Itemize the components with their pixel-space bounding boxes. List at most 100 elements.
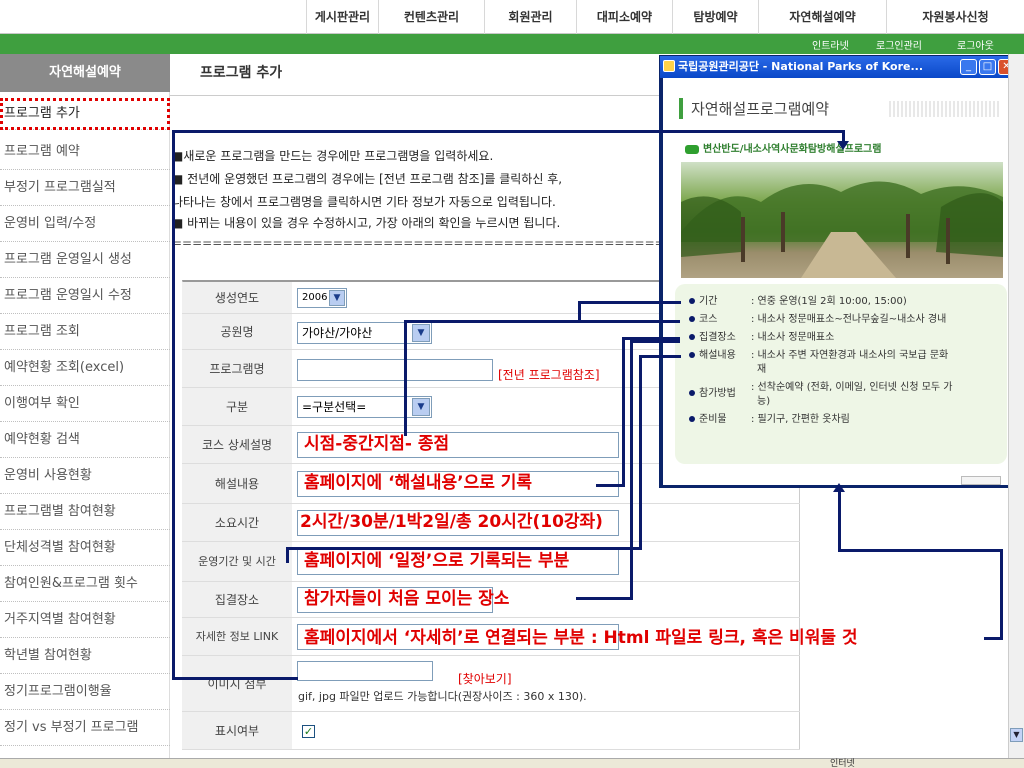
info-key: 코스 — [689, 310, 717, 325]
label-program-name: 프로그램명 — [182, 350, 292, 388]
sidebar-item[interactable]: 예약현황 검색 — [0, 422, 170, 458]
info-value: : 내소사 정문매표소~전나무숲길~내소사 경내 — [751, 314, 947, 325]
ie-page-icon — [663, 60, 675, 72]
instruction-line: ■ 바뀌는 내용이 있을 경우 수정하시고, 가장 아래의 확인을 누르시면 됩… — [172, 216, 561, 230]
annotation-content: 홈페이지에 ‘해설내용’으로 기록 — [304, 473, 533, 493]
program-info-box: 기간 : 연중 운영(1일 2회 10:00, 15:00) 코스 : 내소사 … — [675, 284, 1007, 464]
logout-link[interactable]: 로그아웃 — [957, 37, 994, 52]
bullet-icon — [689, 334, 695, 340]
label-meeting-place: 집결장소 — [182, 582, 292, 618]
connector-line — [639, 355, 681, 358]
preview-popup-window: 국립공원관리공단 - National Parks of Kore... _ □… — [659, 55, 1021, 488]
chevron-down-icon: ▼ — [412, 398, 430, 416]
image-file-input[interactable] — [297, 661, 433, 681]
scroll-down-icon[interactable]: ▼ — [1010, 728, 1023, 742]
annotation-meeting: 참가자들이 처음 모이는 장소 — [304, 589, 510, 609]
info-value-cont: 능) — [757, 396, 771, 407]
minimize-icon[interactable]: _ — [960, 59, 977, 75]
bullet-icon — [689, 390, 695, 396]
info-value: : 내소사 주변 자연환경과 내소사의 국보급 문화 — [751, 350, 949, 361]
label-image: 이미지 첨부 — [182, 656, 292, 712]
info-key: 기간 — [689, 292, 717, 307]
sidebar-item-add-program[interactable]: 프로그램 추가 — [0, 98, 170, 130]
label-category: 구분 — [182, 388, 292, 426]
maximize-icon[interactable]: □ — [979, 59, 996, 75]
category-value: =구분선택= — [302, 400, 367, 414]
display-checkbox[interactable]: ✓ — [302, 725, 315, 738]
connector-line — [578, 301, 681, 304]
login-manage-link[interactable]: 로그인관리 — [876, 37, 922, 52]
sidebar-item[interactable]: 운영비 사용현황 — [0, 458, 170, 494]
connector-line — [404, 320, 680, 323]
sidebar-item[interactable]: 학년별 참여현황 — [0, 638, 170, 674]
popup-subtitle: 변산반도/내소사역사문화탐방해설프로그램 — [685, 140, 881, 155]
sidebar-item[interactable]: 프로그램 운영일시 수정 — [0, 278, 170, 314]
tab-contents[interactable]: 컨텐츠관리 — [378, 0, 484, 34]
prev-program-ref-link[interactable]: [전년 프로그램참조] — [498, 366, 600, 383]
sidebar-item[interactable]: 프로그램 조회 — [0, 314, 170, 350]
chevron-down-icon: ▼ — [329, 290, 345, 306]
label-duration: 소요시간 — [182, 504, 292, 542]
connector-line — [838, 490, 841, 552]
forest-photo-drawing — [681, 181, 1003, 278]
divider — [170, 95, 660, 96]
tab-board[interactable]: 게시판관리 — [306, 0, 378, 34]
connector-line — [578, 301, 581, 321]
label-link: 자세한 정보 LINK — [182, 618, 292, 656]
label-park: 공원명 — [182, 314, 292, 350]
info-value-cont: 재 — [757, 364, 767, 375]
instruction-separator: ========================================… — [172, 236, 660, 250]
sidebar-item[interactable]: 참여인원&프로그램 횟수 — [0, 566, 170, 602]
sidebar-item[interactable]: 정기 vs 부정기 프로그램 — [0, 710, 170, 746]
sidebar-item[interactable]: 거주지역별 참여현황 — [0, 602, 170, 638]
category-select[interactable]: =구분선택= ▼ — [297, 396, 432, 418]
popup-subtitle-text: 변산반도/내소사역사문화탐방해설프로그램 — [703, 144, 882, 155]
annotation-course: 시점-중간지점- 종점 — [304, 434, 450, 454]
instruction-line: ■ 전년에 운영했던 프로그램의 경우에는 [전년 프로그램 참조]를 클릭하신… — [172, 172, 563, 186]
connector-line — [622, 337, 625, 487]
popup-content: 자연해설프로그램예약 변산반도/내소사역사문화탐방해설프로그램 기간 : 연중 … — [663, 78, 1017, 485]
bullet-icon — [689, 416, 695, 422]
popup-close-button[interactable] — [961, 476, 1001, 485]
annotation-duration: 2시간/30분/1박2일/총 20시간(10강좌) — [300, 512, 603, 532]
image-upload-note: gif, jpg 파일만 업로드 가능합니다(권장사이즈 : 360 x 130… — [298, 690, 587, 703]
tab-volunteer[interactable]: 자원봉사신청 — [886, 0, 1024, 34]
annotation-link: 홈페이지에서 ‘자세히’로 연결되는 부분 : Html 파일로 링크, 혹은 … — [304, 628, 858, 648]
label-content: 해설내용 — [182, 464, 292, 504]
info-key: 해설내용 — [689, 346, 736, 361]
info-value: : 선착순예약 (전화, 이메일, 인터넷 신청 모두 가 — [751, 382, 953, 393]
year-select[interactable]: 2006 ▼ — [297, 288, 347, 308]
connector-line — [838, 549, 1003, 552]
sidebar-item[interactable]: 정기프로그램이행율 — [0, 674, 170, 710]
info-value: : 연중 운영(1일 2회 10:00, 15:00) — [751, 296, 907, 307]
forest-path-photo — [681, 162, 1003, 278]
sidebar-item[interactable]: 프로그램 운영일시 생성 — [0, 242, 170, 278]
tab-members[interactable]: 회원관리 — [484, 0, 576, 34]
page-scrollbar[interactable]: ▼ — [1008, 54, 1024, 758]
instruction-line: ■새로운 프로그램을 만드는 경우에만 프로그램명을 입력하세요. — [172, 149, 494, 163]
tab-trail[interactable]: 탐방예약 — [672, 0, 758, 34]
sidebar-item[interactable]: 부정기 프로그램실적 — [0, 170, 170, 206]
tab-shelter[interactable]: 대피소예약 — [576, 0, 672, 34]
tab-nature[interactable]: 자연해설예약 — [758, 0, 886, 34]
sidebar-item[interactable]: 단체성격별 참여현황 — [0, 530, 170, 566]
bullet-icon — [689, 352, 695, 358]
sidebar-item[interactable]: 이행여부 확인 — [0, 386, 170, 422]
connector-line — [576, 597, 632, 600]
chevron-down-icon: ▼ — [412, 324, 430, 342]
sidebar-item[interactable]: 운영비 입력/수정 — [0, 206, 170, 242]
sidebar-item[interactable]: 프로그램 예약 — [0, 134, 170, 170]
utility-bar: 인트라넷 로그인관리 로그아웃 — [0, 34, 1024, 54]
instruction-line: 나타나는 창에서 프로그램명을 클릭하시면 기타 정보가 자동으로 입력됩니다. — [172, 195, 556, 209]
arrow-head — [837, 141, 849, 150]
sidebar-item[interactable]: 프로그램별 참여현황 — [0, 494, 170, 530]
program-name-input[interactable] — [297, 359, 493, 381]
intranet-link[interactable]: 인트라넷 — [812, 37, 849, 52]
park-select[interactable]: 가야산/가야산 ▼ — [297, 322, 432, 344]
connector-line — [630, 340, 680, 343]
sidebar-item[interactable]: 예약현황 조회(excel) — [0, 350, 170, 386]
info-value: : 필기구, 간편한 옷차림 — [751, 414, 850, 425]
label-schedule: 운영기간 및 시간 — [182, 542, 292, 582]
browse-link[interactable]: [찾아보기] — [458, 670, 512, 687]
connector-line — [630, 340, 633, 600]
